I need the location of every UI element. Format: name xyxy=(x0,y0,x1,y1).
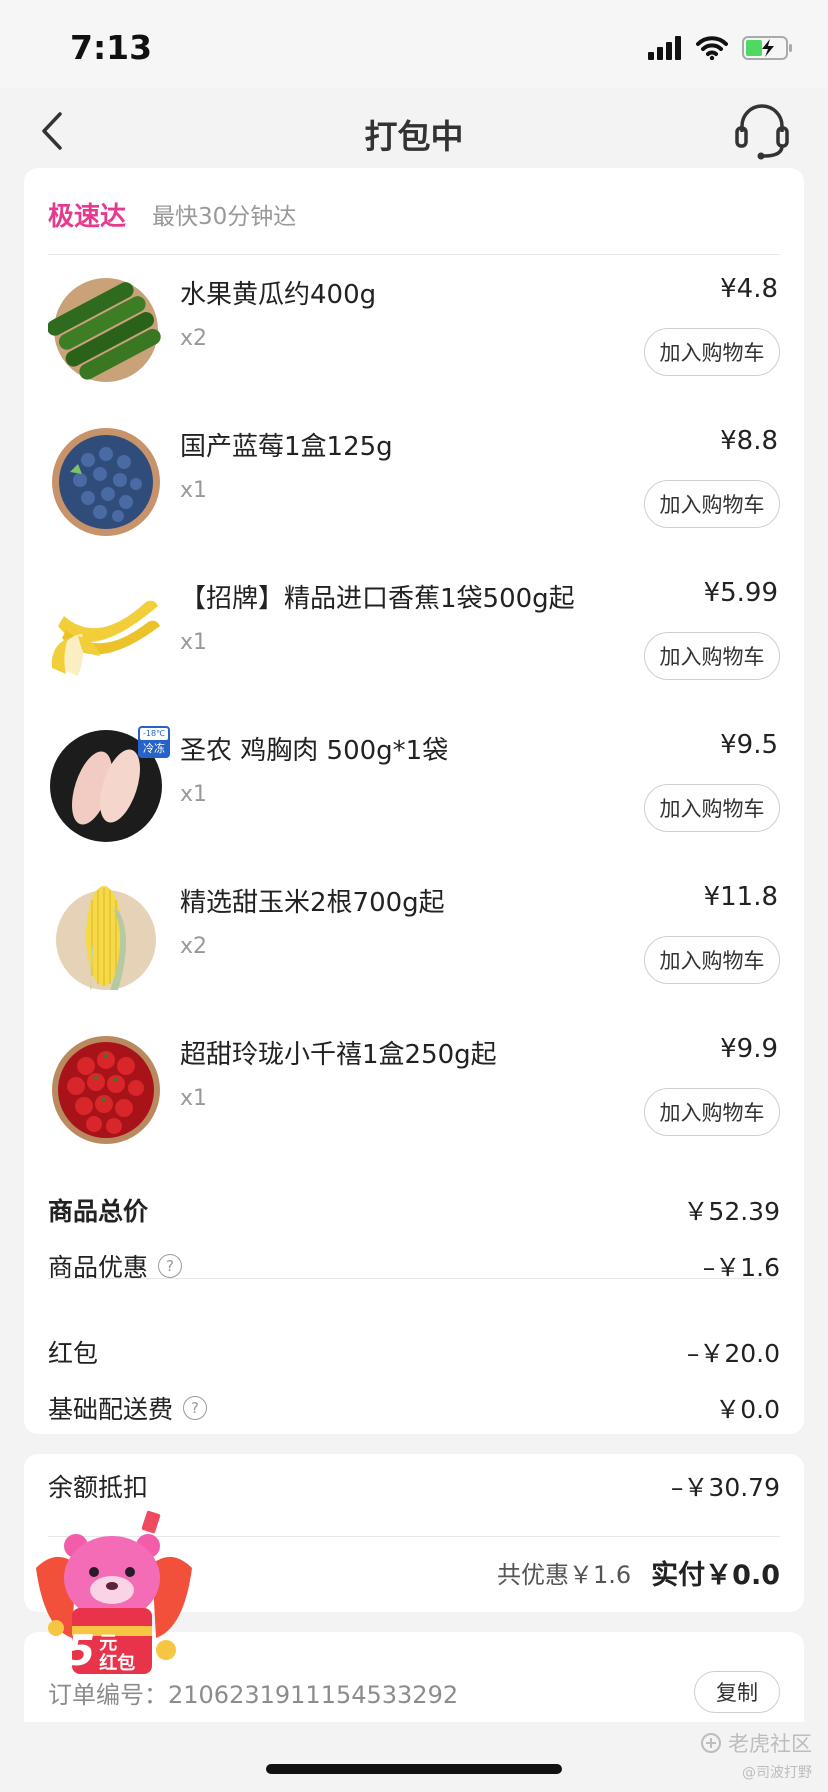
item-price: ¥5.99 xyxy=(703,578,778,608)
subtotal-row: 商品总价 ￥52.39 xyxy=(48,1190,780,1230)
subtotal-value: ￥52.39 xyxy=(683,1197,780,1226)
help-icon[interactable]: ? xyxy=(183,1396,208,1420)
item-price: ¥9.5 xyxy=(720,730,778,760)
balance-value: –￥30.79 xyxy=(670,1473,780,1502)
delivery-type-label: 极速达 xyxy=(48,201,127,232)
headset-icon xyxy=(735,104,789,160)
frozen-badge-temp: -18℃ xyxy=(140,728,168,740)
promo-unit: 元 xyxy=(99,1633,118,1654)
promo-text-group: 元 红包 xyxy=(99,1634,135,1674)
total-discount: 共优惠￥1.6 xyxy=(496,1560,632,1589)
watermark-main: 老虎社区 xyxy=(728,1732,812,1756)
frozen-badge: -18℃ 冷冻 xyxy=(138,726,170,758)
item-price: ¥4.8 xyxy=(720,274,778,304)
add-to-cart-button[interactable]: 加入购物车 xyxy=(644,480,780,528)
item-price: ¥8.8 xyxy=(720,426,778,456)
delivery-fee-row: 基础配送费 ? ￥0.0 xyxy=(48,1388,780,1428)
balance-row: 余额抵扣 –￥30.79 xyxy=(48,1466,780,1506)
banana-image xyxy=(51,600,160,676)
item-quantity: x1 xyxy=(180,1086,208,1111)
home-indicator[interactable] xyxy=(266,1764,562,1774)
watermark-sub: @司波打野 xyxy=(742,1765,812,1781)
delivery-fee-value: ￥0.0 xyxy=(715,1395,780,1424)
list-item: 【招牌】精品进口香蕉1袋500g起 x1 ¥5.99 加入购物车 xyxy=(24,564,804,716)
promo-amount-badge: 5 元 红包 xyxy=(66,1620,158,1674)
add-to-cart-button[interactable]: 加入购物车 xyxy=(644,328,780,376)
amount-paid: 实付￥0.0 xyxy=(651,1559,780,1591)
status-bar: 7:13 xyxy=(0,0,828,88)
list-item: -18℃ 冷冻 圣农 鸡胸肉 500g*1袋 x1 ¥9.5 加入购物车 xyxy=(24,716,804,868)
balance-label: 余额抵扣 xyxy=(48,1473,149,1502)
corn-image xyxy=(56,886,156,990)
item-quantity: x2 xyxy=(180,326,208,351)
divider xyxy=(48,254,780,255)
order-items-card: 极速达 最快30分钟达 水果黄瓜约400g x2 ¥4.8 加入购物车 国产蓝莓… xyxy=(24,168,804,1434)
frozen-badge-label: 冷冻 xyxy=(143,742,165,755)
wifi-icon xyxy=(696,36,728,60)
battery-charging-icon xyxy=(742,36,792,60)
delivery-time-desc: 最快30分钟达 xyxy=(152,204,297,230)
item-name: 【招牌】精品进口香蕉1袋500g起 xyxy=(180,584,575,614)
page-title: 打包中 xyxy=(364,117,464,156)
item-name: 超甜玲珑小千禧1盒250g起 xyxy=(180,1040,497,1070)
item-name: 精选甜玉米2根700g起 xyxy=(180,888,445,918)
item-name: 国产蓝莓1盒125g xyxy=(180,432,393,462)
promo-amount: 5 xyxy=(66,1626,96,1675)
item-name: 水果黄瓜约400g xyxy=(180,280,377,310)
discount-row: 商品优惠 ? –￥1.6 xyxy=(48,1246,780,1286)
delivery-info: 极速达 最快30分钟达 xyxy=(48,196,296,232)
add-to-cart-button[interactable]: 加入购物车 xyxy=(644,1088,780,1136)
promo-text: 红包 xyxy=(99,1653,136,1674)
item-quantity: x1 xyxy=(180,630,208,655)
status-icons xyxy=(648,34,794,62)
customer-service-button[interactable] xyxy=(734,100,790,162)
item-quantity: x1 xyxy=(180,478,208,503)
chicken-breast-image: -18℃ 冷冻 xyxy=(48,726,170,844)
divider xyxy=(48,1278,780,1279)
list-item: 精选甜玉米2根700g起 x2 ¥11.8 加入购物车 xyxy=(24,868,804,1020)
list-item: 超甜玲珑小千禧1盒250g起 x1 ¥9.9 加入购物车 xyxy=(24,1020,804,1172)
cellular-signal-icon xyxy=(648,36,681,60)
add-to-cart-button[interactable]: 加入购物车 xyxy=(644,784,780,832)
help-icon[interactable]: ? xyxy=(158,1254,183,1278)
status-time: 7:13 xyxy=(70,28,153,67)
watermark: 老虎社区 @司波打野 xyxy=(700,1728,812,1782)
subtotal-label: 商品总价 xyxy=(48,1197,149,1226)
cherry-tomato-image xyxy=(52,1036,160,1144)
delivery-fee-label-group: 基础配送费 ? xyxy=(48,1390,208,1426)
blueberry-image xyxy=(52,428,160,536)
item-price: ¥11.8 xyxy=(703,882,778,912)
item-name: 圣农 鸡胸肉 500g*1袋 xyxy=(180,736,449,766)
redpacket-value: –￥20.0 xyxy=(686,1339,780,1368)
navbar: 打包中 xyxy=(0,88,828,174)
item-quantity: x1 xyxy=(180,782,208,807)
redpacket-label: 红包 xyxy=(48,1339,99,1368)
red-packet-promo[interactable]: 5 元 红包 xyxy=(36,1508,192,1688)
copy-button[interactable]: 复制 xyxy=(694,1671,780,1713)
list-item: 国产蓝莓1盒125g x1 ¥8.8 加入购物车 xyxy=(24,412,804,564)
tiger-logo-icon xyxy=(701,1733,721,1753)
item-quantity: x2 xyxy=(180,934,208,959)
cucumber-image xyxy=(48,278,161,382)
item-price: ¥9.9 xyxy=(720,1034,778,1064)
watermark-main-group: 老虎社区 xyxy=(700,1728,812,1758)
add-to-cart-button[interactable]: 加入购物车 xyxy=(644,936,780,984)
delivery-fee-label: 基础配送费 xyxy=(48,1395,174,1424)
total-row: 共优惠￥1.6 实付￥0.0 xyxy=(497,1550,780,1594)
add-to-cart-button[interactable]: 加入购物车 xyxy=(644,632,780,680)
redpacket-row: 红包 –￥20.0 xyxy=(48,1332,780,1372)
list-item: 水果黄瓜约400g x2 ¥4.8 加入购物车 xyxy=(24,260,804,412)
